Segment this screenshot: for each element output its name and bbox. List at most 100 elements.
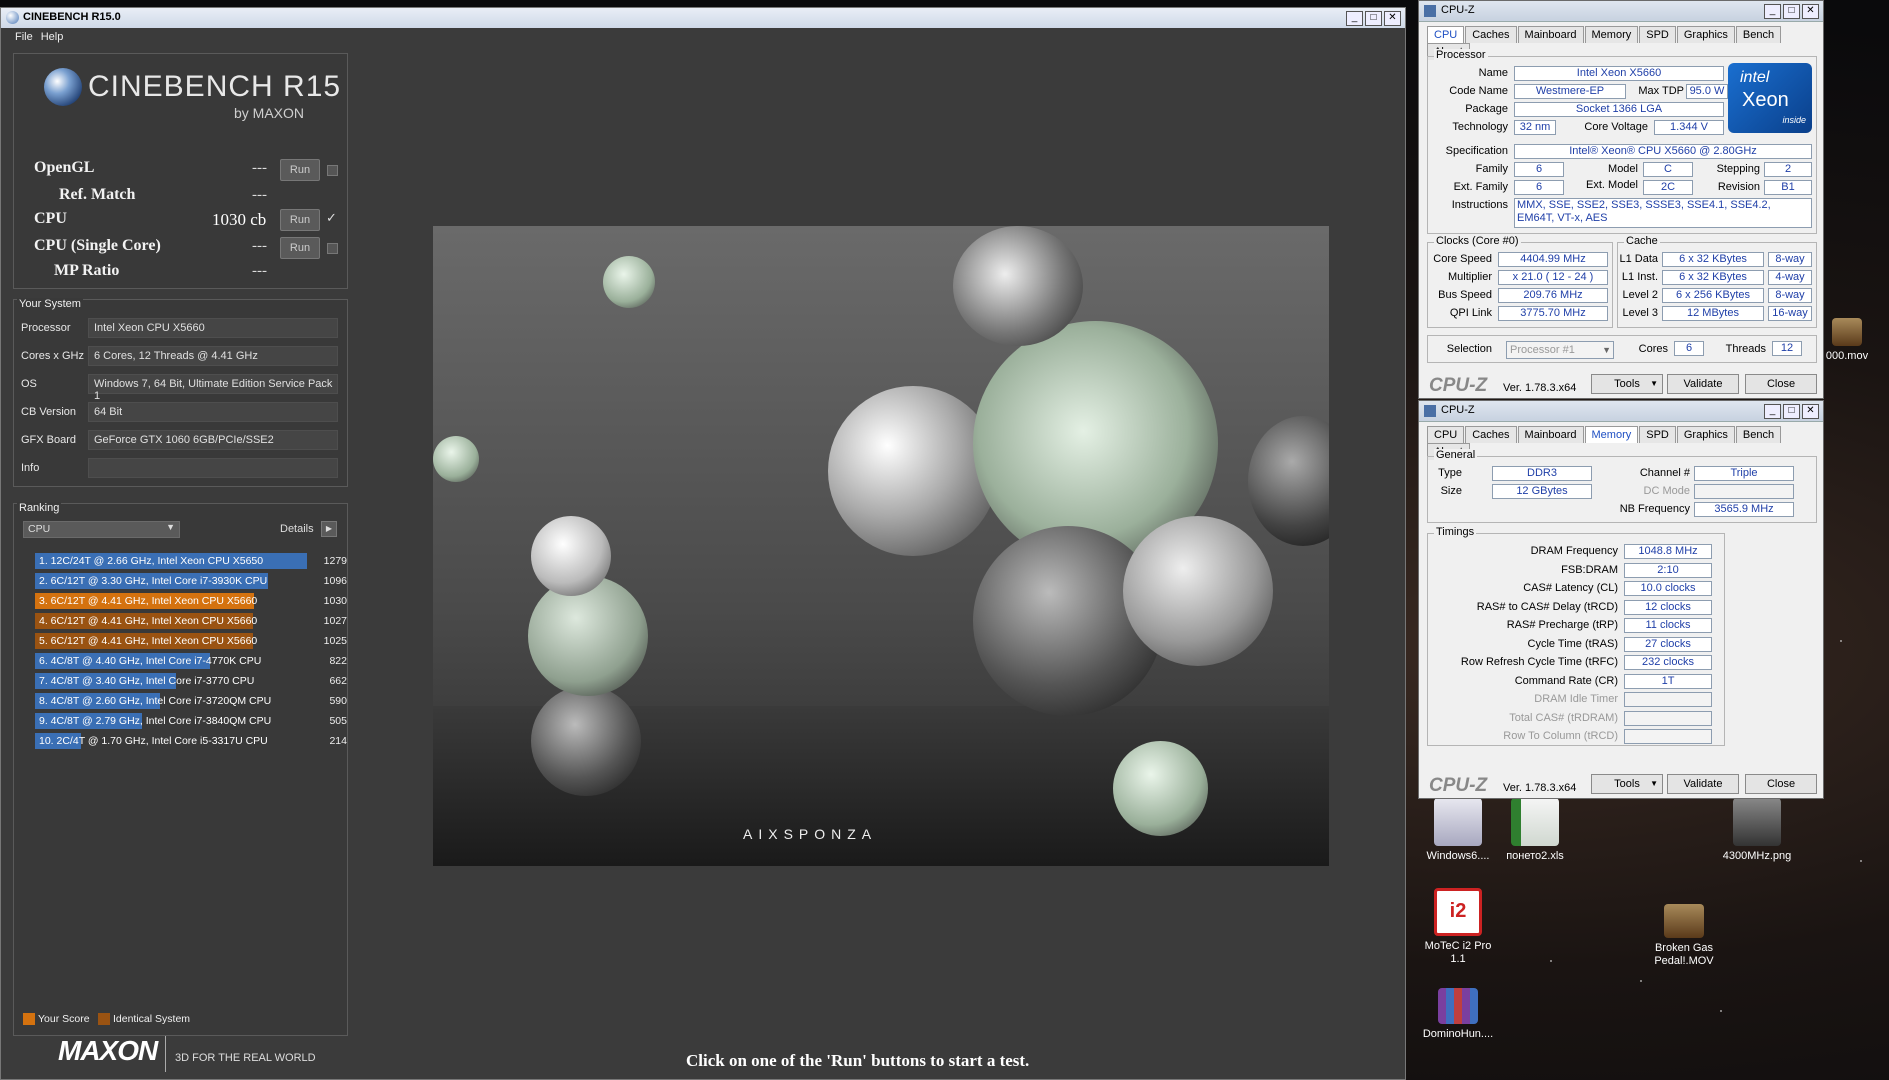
cinebench-logo-icon (44, 68, 82, 106)
tdp-label: Max TDP (1638, 85, 1684, 97)
close-button[interactable]: ✕ (1802, 404, 1819, 419)
level2-value: 6 x 256 KBytes (1662, 288, 1764, 303)
desktop-icon-png[interactable]: 4300MHz.png (1716, 798, 1798, 863)
system-value[interactable]: GeForce GTX 1060 6GB/PCIe/SSE2 (88, 430, 338, 450)
cpuz-titlebar[interactable]: CPU-Z _ □ ✕ (1419, 401, 1823, 422)
details-button[interactable]: ▶ (321, 521, 337, 537)
tab-memory[interactable]: Memory (1584, 26, 1639, 43)
cpu-single-run-button[interactable]: Run (280, 237, 320, 259)
render-sphere (531, 516, 611, 596)
maximize-button[interactable]: □ (1783, 404, 1800, 419)
processor-select[interactable]: Processor #1 ▼ (1506, 341, 1614, 359)
tab-mainboard[interactable]: Mainboard (1517, 26, 1584, 43)
desktop-icon-windows6[interactable]: Windows6.... (1417, 798, 1499, 863)
menu-file[interactable]: File (1, 28, 41, 43)
system-key: Cores x GHz (21, 350, 84, 362)
tools-button[interactable]: Tools ▼ (1591, 374, 1663, 394)
system-gfx-row: GFX Board GeForce GTX 1060 6GB/PCIe/SSE2 (21, 430, 338, 452)
ranking-row[interactable]: 3. 6C/12T @ 4.41 GHz, Intel Xeon CPU X56… (35, 593, 347, 609)
tab-caches[interactable]: Caches (1465, 26, 1517, 43)
opengl-checkbox[interactable] (327, 165, 338, 176)
tab-spd[interactable]: SPD (1639, 26, 1676, 43)
dcmode-label: DC Mode (1643, 485, 1690, 497)
instructions-label: Instructions (1451, 199, 1508, 211)
ranking-row[interactable]: 2. 6C/12T @ 3.30 GHz, Intel Core i7-3930… (35, 573, 347, 589)
model-value: C (1643, 162, 1693, 177)
desktop-icon-mov[interactable]: Broken Gas Pedal!.MOV (1643, 904, 1725, 968)
maximize-button[interactable]: □ (1365, 11, 1382, 26)
cpuz-version: Ver. 1.78.3.x64 (1503, 382, 1577, 394)
close-dialog-button[interactable]: Close (1745, 374, 1817, 394)
minimize-button[interactable]: _ (1764, 4, 1781, 19)
render-sphere (1248, 416, 1329, 546)
cores-value: 6 (1674, 341, 1704, 356)
desktop-icon-label: DominoHun.... (1422, 1028, 1494, 1040)
core-speed-label: Core Speed (1433, 253, 1492, 265)
render-sphere (528, 576, 648, 696)
test-refmatch-label: Ref. Match (59, 186, 136, 203)
cpuz-titlebar[interactable]: CPU-Z _ □ ✕ (1419, 1, 1823, 22)
ranking-score: 1030 (323, 595, 347, 607)
tab-spd[interactable]: SPD (1639, 426, 1676, 443)
info-input[interactable] (88, 458, 338, 478)
tab-caches[interactable]: Caches (1465, 426, 1517, 443)
close-button[interactable]: ✕ (1384, 11, 1401, 26)
ext-family-value: 6 (1514, 180, 1564, 195)
test-mpratio-value: --- (252, 263, 267, 279)
legend-ident-swatch (98, 1013, 110, 1025)
validate-button[interactable]: Validate (1667, 374, 1739, 394)
close-dialog-button[interactable]: Close (1745, 774, 1817, 794)
desktop-icon-domino[interactable]: DominoHun.... (1417, 988, 1499, 1041)
system-info-row: Info (21, 458, 338, 480)
ranking-score: 505 (329, 715, 347, 727)
tab-bench[interactable]: Bench (1735, 426, 1782, 443)
core-voltage-value: 1.344 V (1654, 120, 1724, 135)
cinebench-titlebar[interactable]: CINEBENCH R15.0 _ □ ✕ (1, 8, 1405, 29)
cpuz-window-memory: CPU-Z _ □ ✕ CPU Caches Mainboard Memory SPD G… (1418, 400, 1824, 799)
desktop-icon-motec[interactable]: i2 MoTeC i2 Pro 1.1 (1417, 888, 1499, 966)
system-value[interactable]: 64 Bit (88, 402, 338, 422)
cpu-single-checkbox[interactable] (327, 243, 338, 254)
system-cores-row: Cores x GHz 6 Cores, 12 Threads @ 4.41 GH… (21, 346, 338, 368)
close-button[interactable]: ✕ (1802, 4, 1819, 19)
intel-logo-mid: Xeon (1742, 89, 1789, 111)
ranking-row[interactable]: 6. 4C/8T @ 4.40 GHz, Intel Core i7-4770K… (35, 653, 347, 669)
timing-label: CAS# Latency (CL) (1523, 582, 1618, 594)
tab-cpu[interactable]: CPU (1427, 26, 1465, 43)
dcmode-value (1694, 484, 1794, 499)
size-label: Size (1440, 485, 1462, 497)
minimize-button[interactable]: _ (1764, 404, 1781, 419)
tab-graphics[interactable]: Graphics (1676, 26, 1735, 43)
ranking-select[interactable]: CPU ▼ (23, 521, 180, 538)
ranking-row[interactable]: 10. 2C/4T @ 1.70 GHz, Intel Core i5-3317… (35, 733, 347, 749)
ranking-row[interactable]: 7. 4C/8T @ 3.40 GHz, Intel Core i7-3770 … (35, 673, 347, 689)
system-value[interactable]: 6 Cores, 12 Threads @ 4.41 GHz (88, 346, 338, 366)
minimize-button[interactable]: _ (1346, 11, 1363, 26)
ranking-row[interactable]: 4. 6C/12T @ 4.41 GHz, Intel Xeon CPU X56… (35, 613, 347, 629)
menu-help[interactable]: Help (41, 28, 72, 43)
desktop-icon-label: Broken Gas Pedal!.MOV (1654, 942, 1714, 967)
cpu-checkmark-icon[interactable]: ✓ (326, 210, 337, 226)
ranking-row[interactable]: 1. 12C/24T @ 2.66 GHz, Intel Xeon CPU X5… (35, 553, 347, 569)
tab-bench[interactable]: Bench (1735, 26, 1782, 43)
opengl-run-button[interactable]: Run (280, 159, 320, 181)
ranking-row[interactable]: 5. 6C/12T @ 4.41 GHz, Intel Xeon CPU X56… (35, 633, 347, 649)
validate-button[interactable]: Validate (1667, 774, 1739, 794)
ranking-row[interactable]: 9. 4C/8T @ 2.79 GHz, Intel Core i7-3840Q… (35, 713, 347, 729)
package-label: Package (1465, 103, 1508, 115)
ranking-label: 8. 4C/8T @ 2.60 GHz, Intel Core i7-3720Q… (39, 695, 272, 707)
tab-memory[interactable]: Memory (1584, 426, 1639, 443)
qpi-link-value: 3775.70 MHz (1498, 306, 1608, 321)
cpu-run-button[interactable]: Run (280, 209, 320, 231)
ranking-label: 9. 4C/8T @ 2.79 GHz, Intel Core i7-3840Q… (39, 715, 272, 727)
system-value[interactable]: Intel Xeon CPU X5660 (88, 318, 338, 338)
tab-mainboard[interactable]: Mainboard (1517, 426, 1584, 443)
tools-button[interactable]: Tools ▼ (1591, 774, 1663, 794)
system-value[interactable]: Windows 7, 64 Bit, Ultimate Edition Serv… (88, 374, 338, 402)
maximize-button[interactable]: □ (1783, 4, 1800, 19)
model-label: Model (1608, 163, 1638, 175)
desktop-icon-xls[interactable]: понето2.xls (1494, 798, 1576, 863)
tab-cpu[interactable]: CPU (1427, 426, 1465, 443)
ranking-row[interactable]: 8. 4C/8T @ 2.60 GHz, Intel Core i7-3720Q… (35, 693, 347, 709)
tab-graphics[interactable]: Graphics (1676, 426, 1735, 443)
